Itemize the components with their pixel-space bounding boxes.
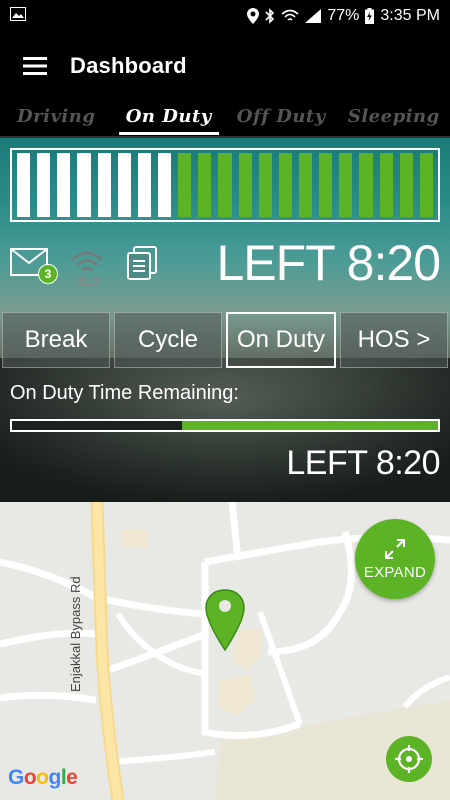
used-hour-segment [57, 153, 71, 217]
expand-label: EXPAND [363, 563, 427, 581]
used-hour-segment [77, 153, 91, 217]
remaining-label: On Duty Time Remaining: [10, 382, 239, 404]
used-hour-segment [137, 153, 151, 217]
clock: 3:35 PM [380, 7, 440, 24]
remaining-hour-segment [298, 153, 313, 217]
remaining-progress-fill [182, 421, 438, 430]
recenter-button[interactable] [386, 736, 432, 782]
tab-break[interactable]: Break [2, 312, 110, 368]
used-hour-segment [17, 153, 31, 217]
google-logo-letter: o [23, 766, 37, 789]
duty-summary-panel: 3 ELD LEFT 8:20 Break Cycle On Duty HOS … [0, 138, 450, 502]
documents-icon [127, 246, 157, 280]
quick-icons: 3 ELD [10, 246, 158, 288]
location-icon [247, 8, 260, 24]
remaining-hour-segment [198, 153, 212, 217]
remaining-hour-segment [258, 153, 272, 217]
battery-level: 77% [327, 7, 360, 24]
tab-hos[interactable]: HOS > [340, 312, 448, 368]
remaining-hour-segment [178, 153, 192, 217]
messages-button[interactable]: 3 [10, 248, 58, 284]
eld-label: ELD [78, 276, 100, 288]
used-hour-segment [117, 153, 131, 217]
eld-status[interactable]: ELD [70, 250, 104, 288]
battery-icon [365, 8, 375, 24]
signal-icon [305, 9, 322, 23]
hours-tabs: Break Cycle On Duty HOS > [0, 312, 450, 368]
expand-icon [385, 538, 405, 559]
remaining-hour-segment [419, 153, 433, 217]
used-hour-segment [97, 153, 111, 217]
messages-badge: 3 [38, 264, 58, 284]
remaining-hour-segment [359, 153, 373, 217]
duty-hours-bar [10, 148, 440, 222]
documents-button[interactable] [126, 246, 158, 285]
remaining-hour-segment [319, 153, 333, 217]
used-hour-segment [157, 153, 172, 217]
google-logo: Google [8, 766, 78, 790]
remaining-hour-segment [278, 153, 292, 217]
used-hour-segment [37, 153, 51, 217]
page-title: Dashboard [70, 53, 187, 78]
bluetooth-icon [265, 8, 275, 24]
hamburger-menu-icon [23, 57, 47, 75]
remaining-hour-segment [379, 153, 393, 217]
google-logo-letter: e [66, 766, 78, 789]
menu-button[interactable] [0, 32, 70, 100]
tab-driving[interactable]: Driving [0, 100, 113, 136]
tab-on-duty-hours[interactable]: On Duty [226, 312, 336, 368]
map-view[interactable]: Enjakkal Bypass Rd EXPAND Google [0, 502, 450, 800]
tab-cycle[interactable]: Cycle [114, 312, 222, 368]
remaining-hour-segment [238, 153, 252, 217]
remaining-value: LEFT 8:20 [286, 444, 440, 482]
duty-status-tabs: Driving On Duty Off Duty Sleeping [0, 100, 450, 138]
remaining-hour-segment [218, 153, 232, 217]
app-bar: Dashboard [0, 32, 450, 100]
google-logo-letter: G [8, 766, 24, 789]
road-label: Enjakkal Bypass Rd [68, 576, 83, 692]
remaining-hour-segment [339, 153, 353, 217]
tab-sleeping[interactable]: Sleeping [338, 100, 450, 136]
remaining-progress-bar [10, 419, 440, 432]
gallery-notification-icon [10, 6, 26, 26]
status-bar: 77% 3:35 PM [0, 0, 450, 32]
crosshair-icon [395, 745, 423, 773]
tab-on-duty[interactable]: On Duty [113, 100, 226, 136]
tab-off-duty[interactable]: Off Duty [225, 100, 338, 136]
expand-map-button[interactable]: EXPAND [355, 519, 435, 599]
remaining-hour-segment [399, 153, 413, 217]
wifi-icon [281, 9, 299, 23]
google-logo-letter: o [36, 766, 49, 789]
google-logo-letter: g [48, 766, 62, 789]
time-left-header: LEFT 8:20 [216, 235, 441, 291]
eld-wifi-icon [71, 251, 103, 271]
